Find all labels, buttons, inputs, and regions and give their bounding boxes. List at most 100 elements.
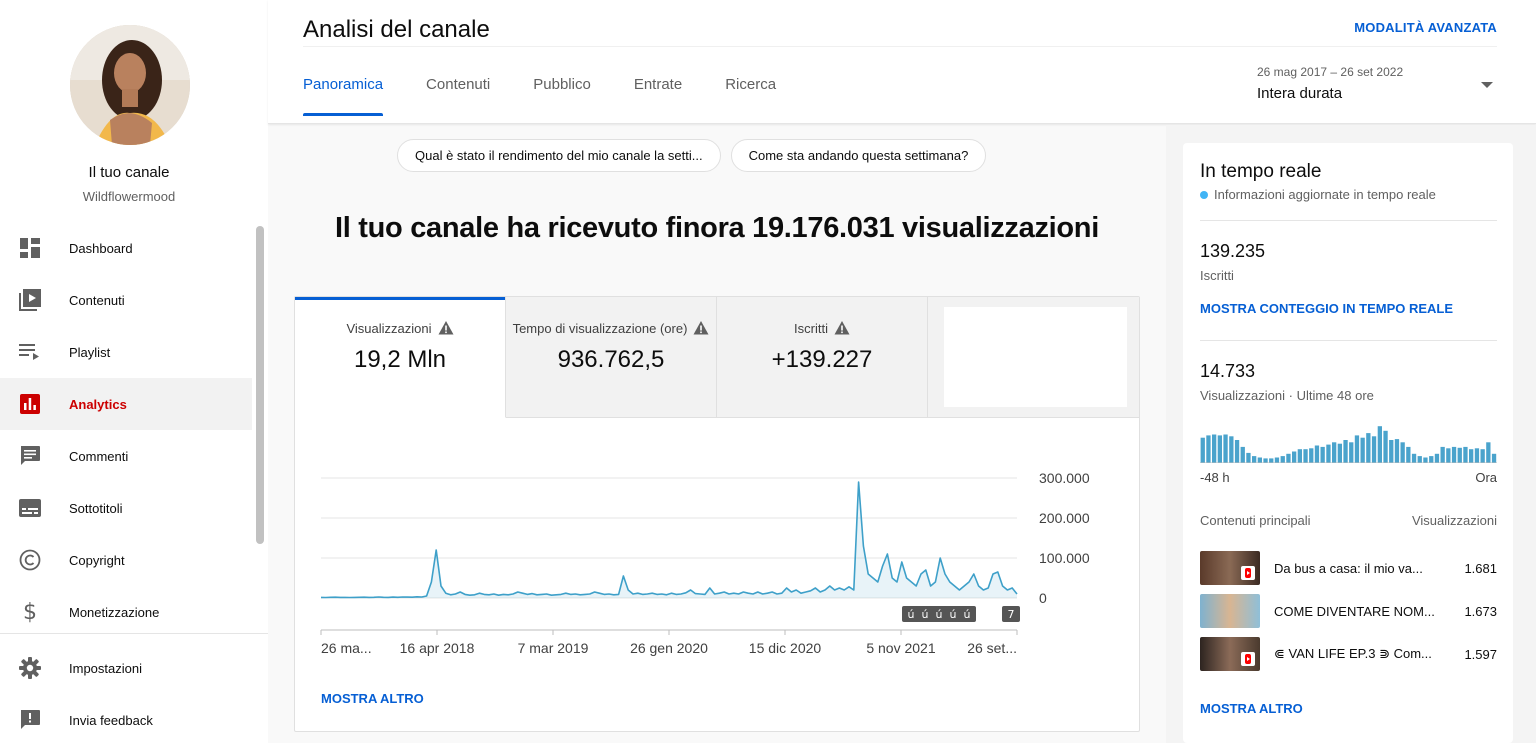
sidebar-item-comments[interactable]: Commenti bbox=[0, 430, 252, 482]
suggestion-chips: Qual è stato il rendimento del mio canal… bbox=[397, 139, 987, 172]
shorts-icon bbox=[1241, 566, 1255, 580]
realtime-bar bbox=[1406, 446, 1411, 463]
sidebar-scrollbar[interactable] bbox=[256, 226, 264, 544]
realtime-bar bbox=[1337, 443, 1342, 463]
realtime-bar bbox=[1389, 440, 1394, 463]
realtime-bar bbox=[1200, 437, 1205, 463]
sidebar-item-analytics[interactable]: Analytics bbox=[0, 378, 252, 430]
sidebar-item-feedback[interactable]: Invia feedback bbox=[0, 694, 252, 743]
show-more-link[interactable]: MOSTRA ALTRO bbox=[321, 691, 424, 706]
channel-handle: Wildflowermood bbox=[82, 189, 176, 204]
realtime-bar bbox=[1240, 446, 1245, 463]
date-range-picker[interactable]: 26 mag 2017 – 26 set 2022 Intera durata bbox=[1257, 65, 1403, 102]
sidebar-item-monetization[interactable]: $ Monetizzazione bbox=[0, 586, 252, 638]
live-dot-icon bbox=[1200, 190, 1208, 199]
tab-revenue[interactable]: Entrate bbox=[634, 76, 682, 115]
top-content-views: 1.597 bbox=[1464, 646, 1497, 662]
y-tick-label: 0 bbox=[1039, 590, 1047, 606]
tab-content[interactable]: Contenuti bbox=[426, 76, 490, 115]
chart-annotation-badge[interactable]: 7 bbox=[1002, 606, 1020, 622]
views-line-chart[interactable]: 300.000 200.000 100.000 0 26 ma... 16 apr 201… bbox=[295, 427, 1139, 667]
header-divider bbox=[303, 46, 1497, 47]
realtime-bar bbox=[1263, 458, 1268, 463]
x-tick-label: 5 nov 2021 bbox=[866, 640, 935, 656]
sidebar-item-label: Commenti bbox=[69, 448, 129, 464]
annotation-badge-label: ú bbox=[950, 608, 957, 621]
views-column-header: Visualizzazioni bbox=[1411, 513, 1497, 528]
sidebar-item-subtitles[interactable]: Sottotitoli bbox=[0, 482, 252, 534]
warning-icon[interactable] bbox=[438, 320, 454, 336]
video-thumbnail bbox=[1200, 551, 1260, 585]
metric-placeholder-blank bbox=[944, 307, 1127, 407]
top-content-title: COME DIVENTARE NOM... bbox=[1274, 603, 1435, 619]
top-content-header: Contenuti principali bbox=[1200, 513, 1311, 528]
sidebar-item-label: Invia feedback bbox=[69, 712, 153, 728]
realtime-bar bbox=[1314, 445, 1320, 463]
dashboard-icon bbox=[18, 236, 42, 260]
metric-tab-subscribers[interactable]: Iscritti +139.227 bbox=[717, 297, 928, 418]
top-content-row[interactable]: ⋐ VAN LIFE EP.3 ⋑ Com... 1.597 bbox=[1200, 637, 1497, 671]
realtime-subscribers-label: Iscritti bbox=[1200, 268, 1234, 283]
x-tick-label: 26 set... bbox=[967, 640, 1017, 656]
metric-tab-watch-time[interactable]: Tempo di visualizzazione (ore) 936.762,5 bbox=[506, 297, 717, 418]
sidebar-item-label: Sottotitoli bbox=[69, 500, 123, 516]
realtime-bar bbox=[1297, 449, 1302, 463]
realtime-bar bbox=[1206, 435, 1211, 463]
realtime-bar bbox=[1229, 436, 1234, 463]
tab-audience[interactable]: Pubblico bbox=[533, 76, 591, 115]
date-range-text: 26 mag 2017 – 26 set 2022 bbox=[1257, 65, 1404, 79]
sidebar-item-label: Impostazioni bbox=[69, 660, 142, 676]
tab-overview[interactable]: Panoramica bbox=[303, 76, 384, 116]
sidebar-item-content[interactable]: Contenuti bbox=[0, 274, 252, 326]
metric-label: Tempo di visualizzazione (ore) bbox=[512, 320, 688, 336]
monetization-icon: $ bbox=[23, 599, 37, 625]
realtime-bar bbox=[1417, 456, 1422, 463]
chevron-down-icon[interactable] bbox=[1481, 82, 1493, 88]
realtime-bar bbox=[1257, 457, 1262, 463]
warning-icon[interactable] bbox=[834, 320, 850, 336]
top-content-row[interactable]: Da bus a casa: il mio va... 1.681 bbox=[1200, 551, 1497, 585]
sidebar-item-copyright[interactable]: Copyright bbox=[0, 534, 252, 586]
shorts-icon bbox=[1241, 652, 1255, 666]
annotation-badge-label: 7 bbox=[1008, 608, 1015, 621]
page-title: Analisi del canale bbox=[303, 16, 490, 43]
avatar-image bbox=[70, 25, 190, 145]
metric-value: +139.227 bbox=[771, 346, 873, 373]
show-live-count-link[interactable]: MOSTRA CONTEGGIO IN TEMPO REALE bbox=[1200, 301, 1453, 316]
top-content-row[interactable]: COME DIVENTARE NOM... 1.673 bbox=[1200, 594, 1497, 628]
x-tick-label: 15 dic 2020 bbox=[749, 640, 822, 656]
realtime-bar bbox=[1446, 448, 1451, 463]
sidebar-item-label: Dashboard bbox=[69, 240, 133, 256]
realtime-show-more-link[interactable]: MOSTRA ALTRO bbox=[1200, 701, 1303, 716]
sidebar-nav: Dashboard Contenuti Playlist Analytics C… bbox=[0, 222, 252, 638]
realtime-subscribers-value: 139.235 bbox=[1200, 241, 1266, 261]
period-label: Intera durata bbox=[1257, 85, 1343, 102]
tab-research[interactable]: Ricerca bbox=[725, 76, 776, 115]
sidebar-item-playlist[interactable]: Playlist bbox=[0, 326, 252, 378]
realtime-bar bbox=[1491, 453, 1497, 463]
realtime-bar bbox=[1326, 444, 1331, 463]
realtime-bar bbox=[1280, 456, 1285, 463]
chart-annotation-badge[interactable]: ú bbox=[958, 606, 976, 622]
avatar[interactable] bbox=[70, 25, 190, 145]
suggestion-chip-week-performance[interactable]: Qual è stato il rendimento del mio canal… bbox=[397, 139, 721, 172]
suggestion-chip-this-week[interactable]: Come sta andando questa settimana? bbox=[730, 139, 987, 172]
top-content-views: 1.673 bbox=[1464, 603, 1497, 619]
metric-tab-views[interactable]: Visualizzazioni 19,2 Mln bbox=[295, 297, 506, 418]
sidebar-item-label: Playlist bbox=[69, 344, 111, 360]
top-content-views: 1.681 bbox=[1464, 560, 1497, 576]
realtime-bar bbox=[1366, 433, 1371, 463]
realtime-bar bbox=[1234, 440, 1240, 463]
top-content-title: Da bus a casa: il mio va... bbox=[1274, 560, 1423, 576]
annotation-badge-label: ú bbox=[908, 608, 915, 621]
metric-value: 936.762,5 bbox=[557, 346, 665, 373]
warning-icon[interactable] bbox=[693, 320, 709, 336]
advanced-mode-button[interactable]: MODALITÀ AVANZATA bbox=[1354, 20, 1497, 35]
realtime-bar-chart[interactable] bbox=[1200, 413, 1497, 463]
sidebar-item-settings[interactable]: Impostazioni bbox=[0, 642, 252, 694]
realtime-bar bbox=[1474, 448, 1480, 463]
sidebar-item-dashboard[interactable]: Dashboard bbox=[0, 222, 252, 274]
realtime-bar bbox=[1217, 435, 1222, 463]
x-tick-label: 16 apr 2018 bbox=[400, 640, 475, 656]
x-tick-label: 26 ma... bbox=[321, 640, 372, 656]
